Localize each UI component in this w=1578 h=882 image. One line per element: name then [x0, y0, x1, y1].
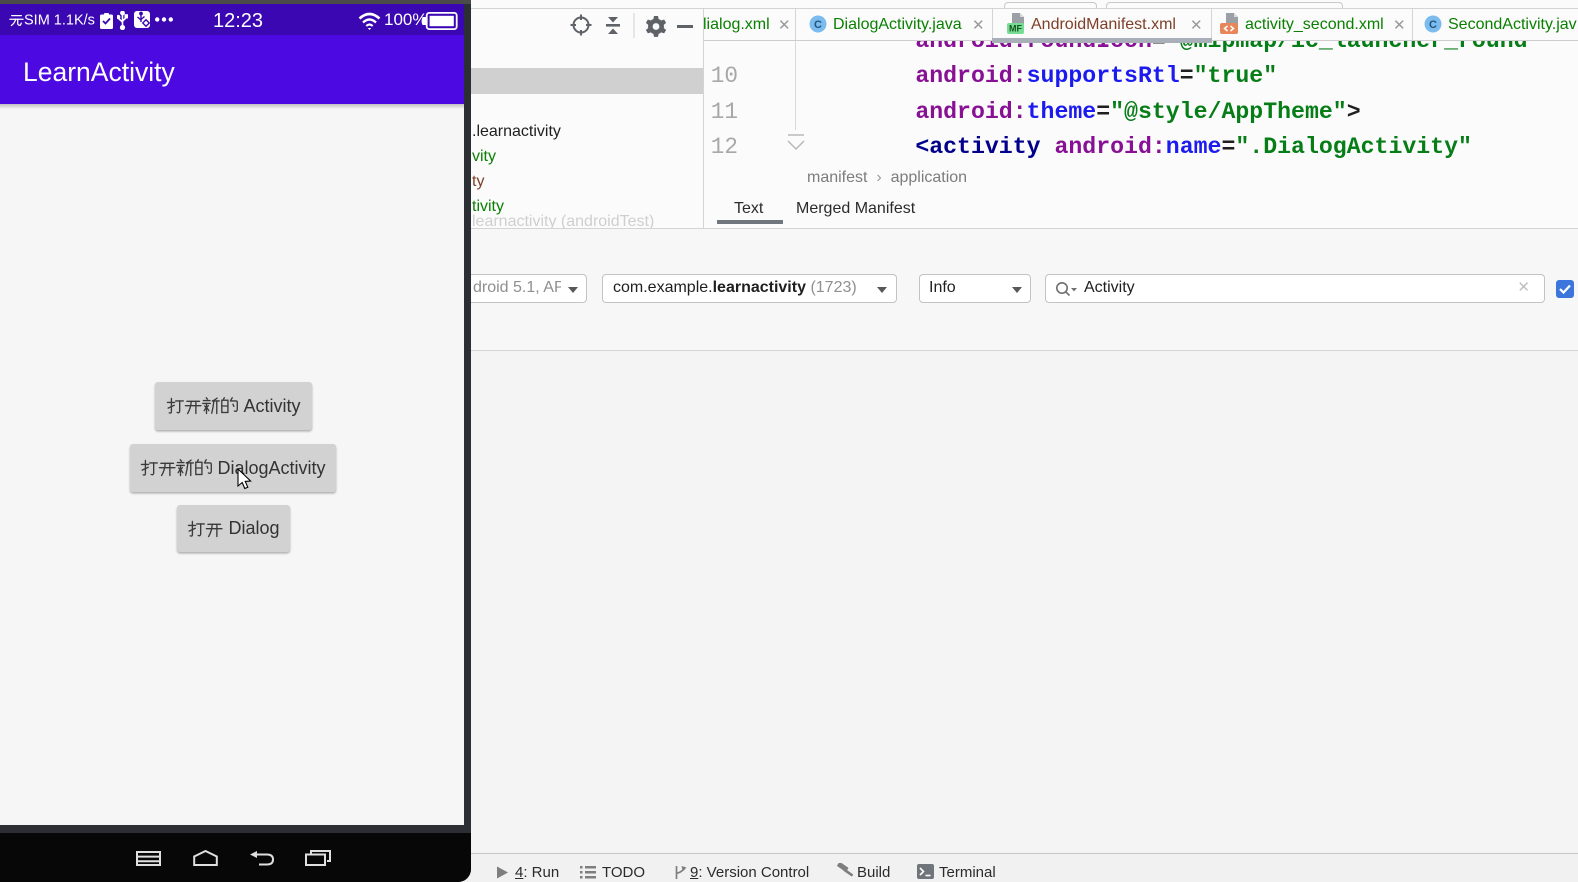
svg-text:C: C [1429, 19, 1437, 31]
svg-text:MF: MF [1009, 24, 1022, 34]
svg-text:C: C [814, 19, 822, 31]
